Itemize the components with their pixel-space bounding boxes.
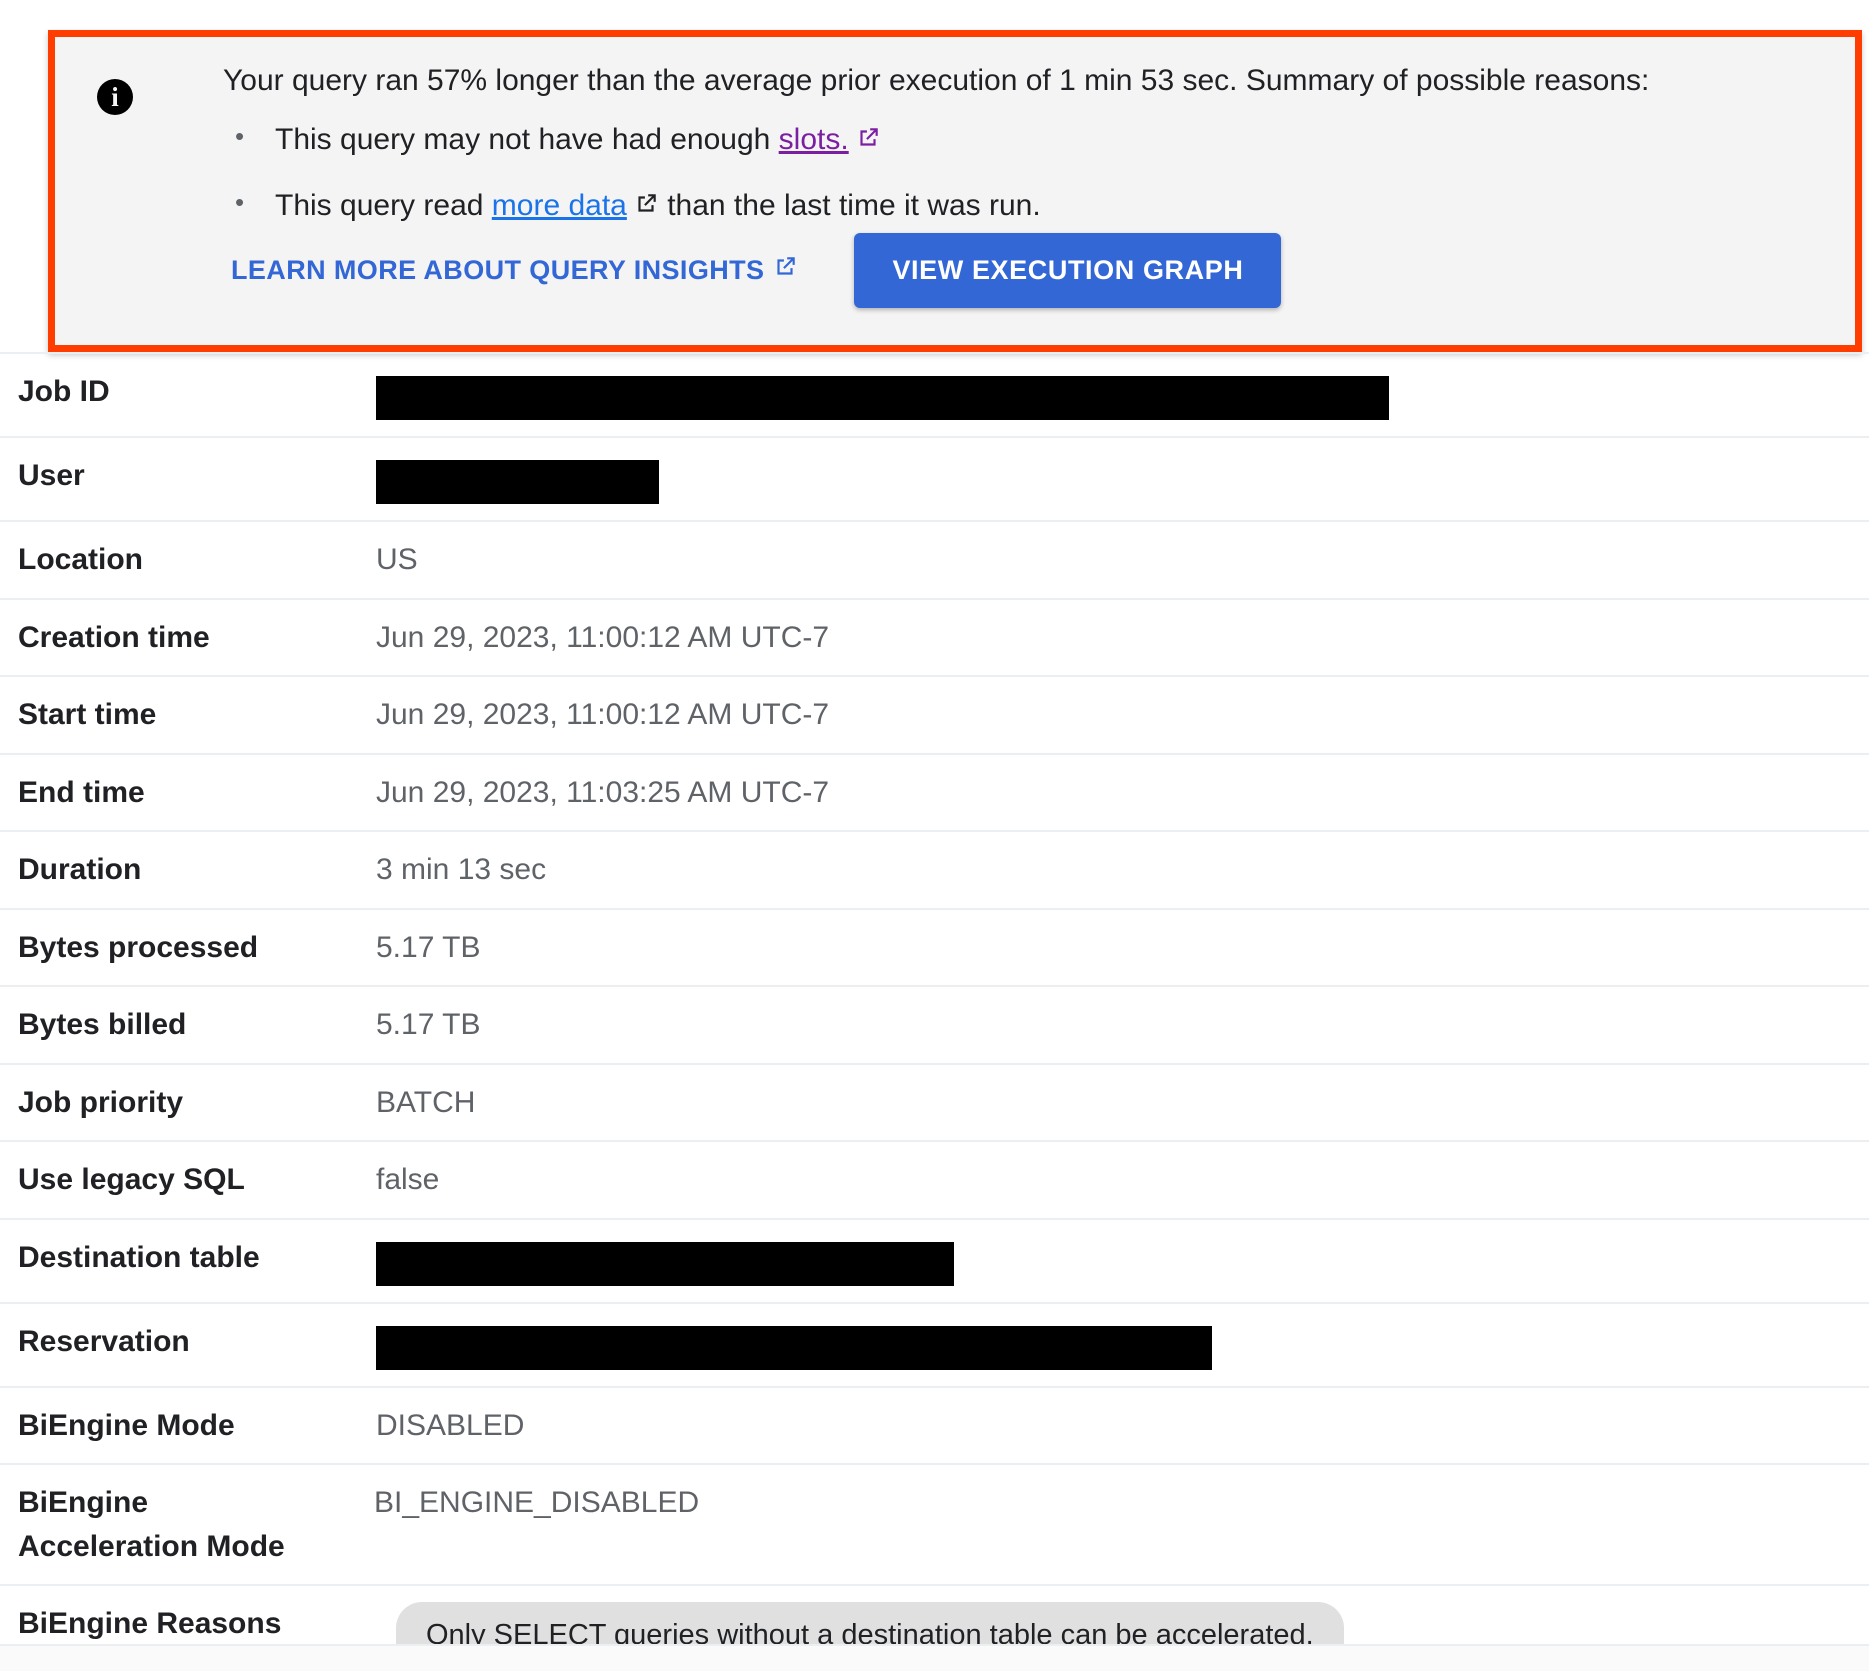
row-label: Reservation bbox=[18, 1324, 190, 1358]
row-label: Location bbox=[18, 543, 143, 576]
table-row: BiEngine Mode DISABLED bbox=[0, 1385, 1869, 1464]
row-value: 5.17 TB bbox=[376, 1008, 481, 1041]
row-label: End time bbox=[18, 775, 145, 809]
row-value: BI_ENGINE_DISABLED bbox=[374, 1486, 700, 1519]
row-value bbox=[376, 1220, 1869, 1302]
footer-strip bbox=[0, 1644, 1869, 1671]
redacted-value bbox=[376, 460, 659, 504]
job-details-page: i Your query ran 57% longer than the ave… bbox=[0, 0, 1869, 1671]
row-label: BiEngine Mode bbox=[18, 1408, 235, 1442]
table-row: Use legacy SQL false bbox=[0, 1140, 1869, 1218]
learn-more-button[interactable]: LEARN MORE ABOUT QUERY INSIGHTS bbox=[223, 244, 806, 297]
query-insights-banner: i Your query ran 57% longer than the ave… bbox=[48, 30, 1862, 352]
more-data-link[interactable]: more data bbox=[492, 189, 627, 222]
open-in-new-icon bbox=[772, 254, 798, 287]
table-row: BiEngine Acceleration Mode BI_ENGINE_DIS… bbox=[0, 1463, 1869, 1584]
row-value: DISABLED bbox=[376, 1408, 525, 1442]
bullet-0-prefix: This query may not have had enough bbox=[275, 123, 779, 156]
row-value: Jun 29, 2023, 11:00:12 AM UTC-7 bbox=[376, 698, 830, 731]
row-label: Job ID bbox=[18, 375, 110, 408]
list-item: This query read more data than the last … bbox=[223, 186, 1855, 227]
table-row: End time Jun 29, 2023, 11:03:25 AM UTC-7 bbox=[0, 752, 1869, 831]
learn-more-label: LEARN MORE ABOUT QUERY INSIGHTS bbox=[231, 255, 765, 285]
table-row: Creation time Jun 29, 2023, 11:00:12 AM … bbox=[0, 597, 1869, 676]
table-row: Job ID bbox=[0, 352, 1869, 436]
redacted-value bbox=[376, 1325, 1212, 1370]
list-item: This query may not have had enough slots… bbox=[223, 120, 1855, 161]
row-value: US bbox=[376, 543, 418, 576]
row-value bbox=[376, 438, 1869, 520]
job-details-table: Job ID User Location US Creation time Ju… bbox=[0, 352, 1869, 1671]
row-label: Job priority bbox=[18, 1085, 184, 1119]
slots-link[interactable]: slots. bbox=[779, 123, 849, 156]
table-row: Reservation bbox=[0, 1301, 1869, 1386]
row-label: Bytes billed bbox=[18, 1008, 187, 1041]
banner-reason-list: This query may not have had enough slots… bbox=[223, 120, 1855, 227]
info-icon: i bbox=[97, 79, 133, 115]
row-value: Jun 29, 2023, 11:00:12 AM UTC-7 bbox=[376, 620, 830, 654]
table-row: Job priority BATCH bbox=[0, 1062, 1869, 1141]
row-value: 5.17 TB bbox=[376, 930, 481, 964]
row-value bbox=[376, 354, 1869, 436]
row-label: Destination table bbox=[18, 1240, 260, 1274]
banner-content: i Your query ran 57% longer than the ave… bbox=[55, 37, 1855, 345]
row-value: 3 min 13 sec bbox=[376, 853, 547, 886]
view-execution-graph-button[interactable]: VIEW EXECUTION GRAPH bbox=[854, 233, 1282, 308]
open-in-new-icon[interactable] bbox=[855, 123, 881, 161]
table-row: Bytes processed 5.17 TB bbox=[0, 907, 1869, 986]
banner-headline: Your query ran 57% longer than the avera… bbox=[223, 64, 1650, 97]
banner-actions: LEARN MORE ABOUT QUERY INSIGHTS VIEW EXE… bbox=[223, 233, 1282, 308]
row-value: Jun 29, 2023, 11:03:25 AM UTC-7 bbox=[376, 775, 830, 809]
row-value: false bbox=[376, 1163, 440, 1196]
table-row: Location US bbox=[0, 520, 1869, 598]
table-row: Destination table bbox=[0, 1217, 1869, 1302]
row-label: Bytes processed bbox=[18, 930, 259, 964]
row-label: User bbox=[18, 459, 85, 492]
redacted-value bbox=[376, 376, 1389, 420]
table-row: Duration 3 min 13 sec bbox=[0, 830, 1869, 908]
row-label: Creation time bbox=[18, 620, 210, 654]
row-label: BiEngine Acceleration Mode bbox=[18, 1486, 285, 1563]
row-label: Start time bbox=[18, 698, 157, 731]
row-value bbox=[376, 1304, 1869, 1386]
row-label: Duration bbox=[18, 853, 142, 886]
redacted-value bbox=[376, 1241, 954, 1286]
bullet-1-suffix: than the last time it was run. bbox=[658, 188, 1041, 222]
bullet-1-prefix: This query read bbox=[275, 188, 492, 222]
table-row: User bbox=[0, 436, 1869, 520]
table-row: Start time Jun 29, 2023, 11:00:12 AM UTC… bbox=[0, 675, 1869, 753]
open-in-new-icon[interactable] bbox=[633, 189, 659, 227]
table-row: Bytes billed 5.17 TB bbox=[0, 985, 1869, 1063]
row-label: Use legacy SQL bbox=[18, 1163, 245, 1196]
row-value: BATCH bbox=[376, 1085, 476, 1119]
